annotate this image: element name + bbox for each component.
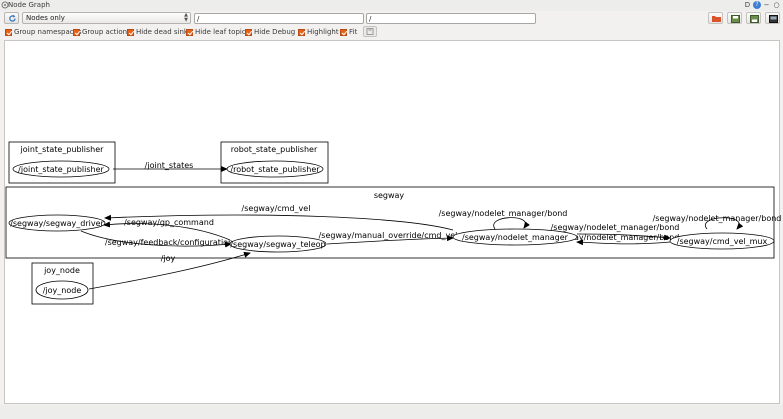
graph-mode-select[interactable]: Nodes only ▲ ▼: [22, 12, 191, 24]
fit-label: Fit: [349, 28, 358, 36]
node-nodelet-manager[interactable]: /segway/nodelet_manager: [452, 228, 578, 246]
edge-label: /segway/nodelet_manager/bond: [653, 214, 781, 223]
save-svg-button[interactable]: [746, 12, 761, 24]
node-graph[interactable]: joint_state_publisher robot_state_publis…: [5, 41, 781, 405]
edge-label: /segway/cmd_vel: [242, 204, 311, 213]
hide-debug-label: Hide Debug: [254, 28, 296, 36]
refresh-button[interactable]: [4, 12, 19, 24]
checkbox-checked-icon: [127, 28, 134, 36]
node-label: /robot_state_publisher: [230, 165, 320, 174]
title-bar: Node Graph D ? − ○: [0, 0, 783, 11]
edge-label: /segway/manual_override/cmd_vel: [319, 231, 458, 240]
fit-checkbox[interactable]: Fit: [340, 28, 357, 36]
highlight-checkbox[interactable]: Highlight: [298, 28, 339, 36]
graph-canvas[interactable]: joint_state_publisher robot_state_publis…: [4, 40, 781, 405]
fit-view-icon: [366, 28, 374, 35]
namespace-filter-value: /: [197, 15, 200, 23]
fit-view-button[interactable]: [363, 26, 377, 37]
checkbox-checked-icon: [5, 28, 12, 36]
minimize-icon[interactable]: −: [762, 1, 771, 9]
checkbox-checked-icon: [186, 28, 193, 36]
node-label: /joy_node: [43, 286, 82, 295]
group-actions-checkbox[interactable]: Group actions: [73, 28, 131, 36]
node-label: /segway/cmd_vel_mux: [677, 237, 768, 246]
hide-dead-sinks-label: Hide dead sinks: [136, 28, 192, 36]
checkbox-checked-icon: [298, 28, 305, 36]
hide-dead-sinks-checkbox[interactable]: Hide dead sinks: [127, 28, 192, 36]
node-label: /segway/segway_driver: [10, 219, 104, 228]
node-segway-teleop[interactable]: /segway/segway_teleop: [229, 235, 327, 253]
edge-bond-self-manager[interactable]: /segway/nodelet_manager/bond: [439, 209, 568, 230]
help-icon[interactable]: ?: [753, 1, 761, 9]
cluster-label: joy_node: [43, 266, 80, 275]
checkbox-checked-icon: [245, 28, 252, 36]
save-dot-icon: [731, 15, 740, 23]
save-image-button[interactable]: [765, 12, 780, 24]
edge-gp-command[interactable]: /segway/gp_command: [103, 218, 231, 241]
load-dot-button[interactable]: [708, 12, 723, 24]
highlight-label: Highlight: [307, 28, 339, 36]
edge-label: /segway/gp_command: [124, 218, 214, 227]
close-icon[interactable]: ○: [772, 1, 781, 9]
edge-label: /joy: [161, 254, 176, 263]
window-title: Node Graph: [8, 1, 50, 9]
hide-leaf-topics-label: Hide leaf topics: [195, 28, 250, 36]
node-joint-state-publisher[interactable]: /joint_state_publisher: [12, 160, 110, 178]
hide-leaf-topics-checkbox[interactable]: Hide leaf topics: [186, 28, 249, 36]
node-cmd-vel-mux[interactable]: /segway/cmd_vel_mux: [669, 232, 775, 250]
refresh-icon: [9, 14, 16, 22]
namespace-filter-input[interactable]: /: [194, 13, 364, 24]
graph-mode-value: Nodes only: [26, 14, 65, 22]
save-svg-icon: [750, 15, 759, 23]
cluster-label: robot_state_publisher: [231, 145, 318, 154]
node-robot-state-publisher[interactable]: /robot_state_publisher: [226, 160, 324, 178]
cluster-label: joint_state_publisher: [20, 145, 105, 154]
node-segway-driver[interactable]: /segway/segway_driver: [8, 214, 106, 232]
edge-label: /joint_states: [145, 161, 194, 170]
node-joy-node[interactable]: /joy_node: [35, 280, 89, 300]
edge-manual-override[interactable]: /segway/manual_override/cmd_vel: [319, 231, 458, 245]
node-label: /segway/nodelet_manager: [462, 233, 569, 242]
group-namespaces-label: Group namespaces: [14, 28, 82, 36]
open-icon: [712, 16, 721, 22]
options-bar: Group namespaces Group actions Hide dead…: [0, 26, 783, 38]
edge-joint-states[interactable]: /joint_states: [113, 161, 228, 172]
hide-debug-checkbox[interactable]: Hide Debug: [245, 28, 295, 36]
node-label: /joint_state_publisher: [18, 165, 104, 174]
save-dot-button[interactable]: [727, 12, 742, 24]
topic-filter-value: /: [369, 15, 372, 23]
topic-filter-input[interactable]: /: [366, 13, 536, 24]
updown-icon: ▲ ▼: [184, 12, 188, 23]
cluster-label: segway: [374, 191, 405, 200]
checkbox-checked-icon: [340, 28, 347, 36]
graph-toolbar: Nodes only ▲ ▼ / /: [0, 11, 783, 25]
edge-label: /segway/nodelet_manager/bond: [439, 209, 568, 218]
edge-label: /segway/feedback/configuration: [105, 238, 233, 247]
screenshot-icon: [769, 15, 778, 23]
group-namespaces-checkbox[interactable]: Group namespaces: [5, 28, 82, 36]
status-bar: [0, 405, 783, 419]
dock-icon[interactable]: D: [743, 1, 752, 9]
node-label: /segway/segway_teleop: [230, 240, 325, 249]
checkbox-checked-icon: [73, 28, 80, 36]
group-actions-label: Group actions: [82, 28, 131, 36]
edge-label: /segway/nodelet_manager/bond: [551, 223, 680, 232]
